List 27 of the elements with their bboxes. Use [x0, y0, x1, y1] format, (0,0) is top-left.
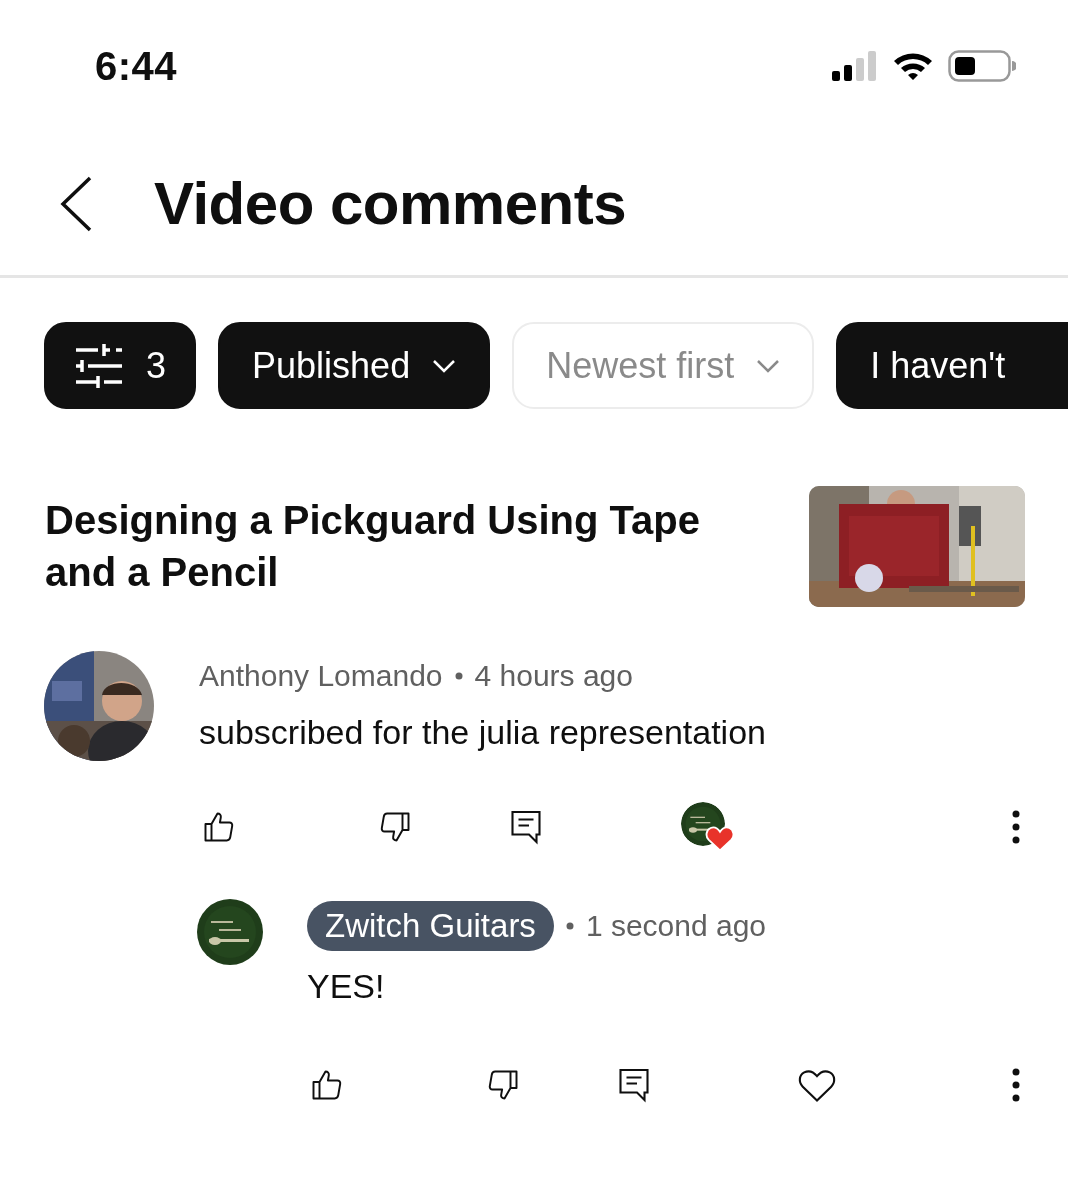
page-title: Video comments [154, 169, 627, 238]
heart-icon[interactable] [705, 824, 735, 852]
comment-text: subscribed for the julia representation [199, 712, 767, 753]
comment-text: YES! [307, 966, 386, 1007]
reply-icon[interactable] [509, 809, 543, 845]
more-icon[interactable] [1012, 1068, 1020, 1102]
status-time: 6:44 [95, 43, 178, 89]
more-icon[interactable] [1012, 810, 1020, 844]
comment-time: 4 hours ago [474, 659, 633, 693]
comment-author[interactable]: Anthony Lomando [199, 659, 443, 693]
signal-icon [832, 51, 878, 81]
separator-dot-icon [454, 672, 463, 680]
chevron-down-icon [756, 358, 781, 373]
heart-icon[interactable] [797, 1067, 837, 1103]
chevron-down-icon [432, 358, 457, 373]
wifi-icon [892, 51, 934, 81]
battery-icon [948, 50, 1016, 82]
comment-time: 1 second ago [585, 909, 767, 943]
filter-button[interactable]: 3 [44, 322, 197, 409]
dropdown-chip[interactable]: Published [218, 322, 491, 409]
filter-chip[interactable]: I haven't [836, 322, 1068, 409]
video-title: Designing a Pickguard Using Tape and a Pencil [45, 497, 701, 596]
reply-icon[interactable] [617, 1067, 651, 1103]
separator-dot-icon [565, 922, 574, 930]
back-icon[interactable] [60, 175, 92, 232]
channel-owner-badge[interactable]: Zwitch Guitars [307, 901, 554, 951]
filter-icon [74, 343, 124, 388]
